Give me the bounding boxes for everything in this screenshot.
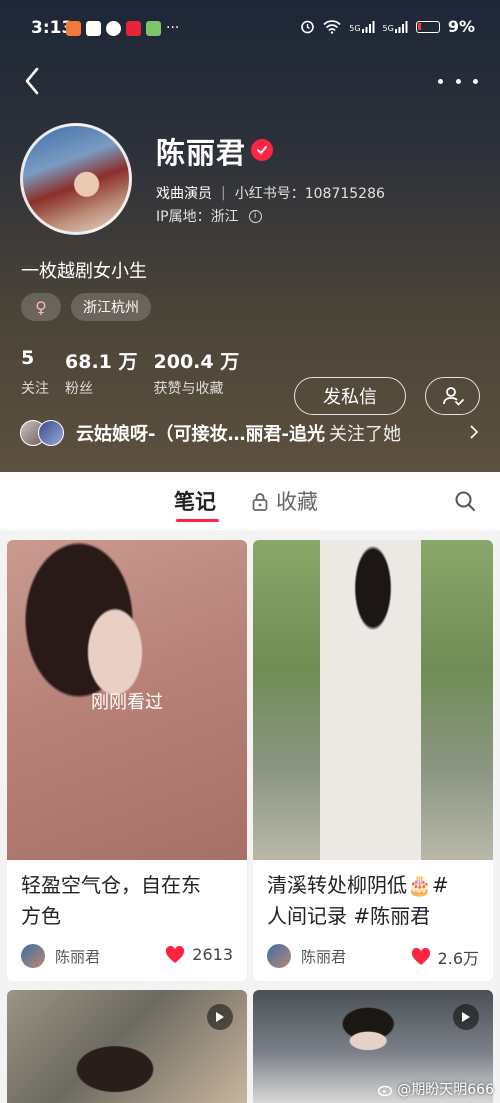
gender-tag: ♀ xyxy=(21,293,61,321)
profile-stats: 5 关注 68.1 万 粉丝 200.4 万 获赞与收藏 xyxy=(21,347,239,398)
mutual-avatars xyxy=(20,420,66,446)
tab-favorites[interactable]: 收藏 xyxy=(252,486,318,516)
chevron-left-icon xyxy=(25,67,39,95)
like-count: 2613 xyxy=(192,945,233,964)
profile-meta: 戏曲演员 | 小红书号：108715286 xyxy=(156,183,385,203)
stat-value: 68.1 万 xyxy=(65,351,138,373)
profile-avatar[interactable] xyxy=(20,123,132,235)
back-button[interactable] xyxy=(20,64,50,98)
stat-value: 5 xyxy=(21,347,35,369)
note-title: 轻盈空气仓，自在东 方色 xyxy=(21,873,201,928)
profile-tags: ♀ 浙江杭州 xyxy=(21,293,151,321)
system-indicators: 5G 5G 9% xyxy=(300,17,475,36)
tab-active-indicator xyxy=(176,519,219,522)
female-icon: ♀ xyxy=(35,297,47,317)
signal-icon-2: 5G xyxy=(383,20,408,33)
stat-following[interactable]: 5 关注 xyxy=(21,347,49,398)
alarm-icon xyxy=(301,20,315,34)
like-button[interactable]: 2.6万 xyxy=(411,945,479,969)
map-app-icon xyxy=(146,20,161,36)
checkmark-icon xyxy=(257,146,267,154)
info-icon[interactable]: i xyxy=(248,209,262,223)
news-app-icon xyxy=(126,20,141,36)
stat-followers[interactable]: 68.1 万 粉丝 xyxy=(65,347,138,398)
stat-value: 200.4 万 xyxy=(153,351,240,373)
dot-icon xyxy=(438,78,443,84)
note-author[interactable]: 陈丽君 xyxy=(21,944,100,968)
note-card[interactable] xyxy=(7,990,247,1103)
search-button[interactable] xyxy=(454,490,476,512)
battery-percent: 9% xyxy=(447,17,475,36)
user-check-icon xyxy=(442,387,464,406)
dot-icon xyxy=(473,78,478,84)
send-message-button[interactable]: 发私信 xyxy=(294,377,406,415)
like-count: 2.6万 xyxy=(437,949,479,968)
mutual-followers-row[interactable]: 云姑娘呀-（可接妆…丽君-追光 关注了她 xyxy=(20,420,485,446)
more-notifications: ··· xyxy=(166,20,180,36)
profile-name: 陈丽君 xyxy=(156,136,247,170)
alert-app-icon xyxy=(86,20,101,36)
note-cover-image xyxy=(253,540,493,860)
battery-icon xyxy=(415,20,440,33)
lock-icon xyxy=(252,492,268,511)
heart-icon xyxy=(166,945,185,963)
avatar xyxy=(267,944,291,968)
stat-label: 关注 xyxy=(21,381,49,397)
wifi-icon xyxy=(323,19,341,34)
status-bar: 3:13 ··· 5G 5G 9% xyxy=(0,0,500,58)
chevron-right-icon xyxy=(470,425,479,439)
like-button[interactable]: 2613 xyxy=(165,945,233,964)
tab-favorites-label: 收藏 xyxy=(276,490,318,514)
mutual-suffix: 关注了她 xyxy=(328,424,401,445)
meta-divider: | xyxy=(221,185,226,201)
recently-viewed-label: 刚刚看过 xyxy=(91,692,163,713)
location-tag: 浙江杭州 xyxy=(71,293,151,321)
heart-icon xyxy=(411,948,430,965)
stat-label: 粉丝 xyxy=(65,381,93,397)
profile-header: 3:13 ··· 5G 5G 9% 陈丽君 戏曲演员 | 小红书号：108715… xyxy=(0,0,500,472)
author-name: 陈丽君 xyxy=(55,947,101,966)
stat-likes[interactable]: 200.4 万 获赞与收藏 xyxy=(154,347,240,398)
note-cover-image: 刚刚看过 xyxy=(7,540,247,860)
notification-icons: ··· xyxy=(66,20,179,36)
note-card[interactable]: 刚刚看过 轻盈空气仓，自在东 方色 陈丽君 2613 xyxy=(7,540,247,981)
xhs-id[interactable]: 小红书号：108715286 xyxy=(235,183,385,203)
tab-notes[interactable]: 笔记 xyxy=(174,486,216,516)
author-name: 陈丽君 xyxy=(301,947,347,966)
shield-app-icon xyxy=(66,20,81,36)
verified-badge xyxy=(251,139,273,161)
video-play-icon xyxy=(453,1004,479,1030)
note-title: 清溪转处柳阴低🎂# 人间记录 #陈丽君 xyxy=(267,873,449,928)
avatar xyxy=(21,944,45,968)
signal-icon: 5G xyxy=(349,20,375,33)
followed-button[interactable] xyxy=(425,377,480,415)
video-play-icon xyxy=(207,1004,233,1030)
watermark-text: @期盼天明666 xyxy=(397,1082,494,1098)
note-card[interactable]: 清溪转处柳阴低🎂# 人间记录 #陈丽君 陈丽君 2.6万 xyxy=(253,540,493,981)
ip-location: IP属地：浙江 i xyxy=(156,206,262,226)
content-tabs: 笔记 收藏 xyxy=(0,472,500,530)
occupation: 戏曲演员 xyxy=(156,186,212,202)
mutual-names: 云姑娘呀-（可接妆…丽君-追光 xyxy=(76,424,325,445)
weibo-icon xyxy=(378,1085,393,1096)
dot-icon xyxy=(455,78,461,84)
avatar xyxy=(38,420,64,446)
search-icon xyxy=(455,491,475,511)
ip-text: IP属地：浙江 xyxy=(156,209,239,225)
chat-bubble-icon xyxy=(106,20,121,36)
weibo-watermark: @期盼天明666 xyxy=(378,1079,494,1099)
note-author[interactable]: 陈丽君 xyxy=(267,944,346,968)
stat-label: 获赞与收藏 xyxy=(153,381,224,397)
profile-bio: 一枚越剧女小生 xyxy=(21,261,147,282)
more-options-button[interactable] xyxy=(438,66,478,96)
